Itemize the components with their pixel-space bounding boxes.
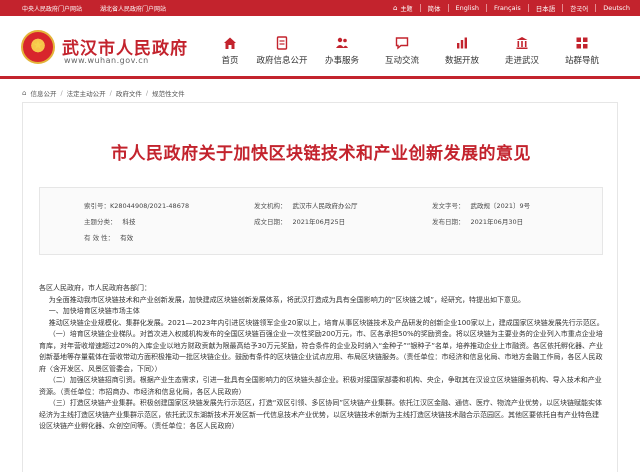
divider [562, 4, 564, 12]
meta-issuer: 发文机构： 武汉市人民政府办公厅 [254, 200, 358, 210]
breadcrumb-separator: / [109, 89, 112, 97]
top-bar: 中央人民政府门户网站 湖北省人民政府门户网站 ⌂ 主题 简体 English F… [0, 0, 640, 16]
breadcrumb-separator: / [145, 89, 149, 97]
chart-icon [432, 36, 492, 52]
meta-key: 有 效 性： [84, 234, 115, 242]
nav-services[interactable]: 办事服务 [312, 36, 372, 66]
landmark-icon [492, 36, 552, 52]
meta-key: 主题分类： [84, 218, 117, 226]
divider [595, 4, 597, 12]
meta-key: 索引号： [84, 202, 110, 210]
location-icon: ⌂ [22, 89, 27, 97]
lang-japanese[interactable]: 日本語 [536, 3, 556, 13]
divider [419, 4, 421, 12]
divider [447, 4, 449, 12]
meta-value: 2021年06月30日 [470, 218, 524, 226]
meta-published: 发布日期： 2021年06月30日 [432, 216, 523, 226]
lang-french[interactable]: Français [494, 4, 521, 12]
home-link[interactable]: ⌂ 主题 [393, 4, 412, 13]
home-link-label: 主题 [400, 5, 413, 13]
meta-value: 科技 [122, 218, 136, 226]
article-body: 各区人民政府，市人民政府各部门： 为全面推动我市区块链技术和产业创新发展，加快建… [39, 283, 605, 433]
paragraph: （一）培育区块链企业梯队。对首次进入权威机构发布的全国区块链百强企业一次性奖励2… [39, 330, 603, 373]
lang-korean[interactable]: 한국어 [570, 3, 588, 13]
nav-site-group[interactable]: 站群导航 [552, 36, 612, 66]
nav-label: 首页 [221, 56, 239, 66]
meta-docno: 发文字号： 武政规〔2021〕9号 [432, 200, 530, 210]
meta-key: 发文字号： [432, 202, 465, 210]
site-header: 武汉市人民政府 www.wuhan.gov.cn 首页 政府信息公开 办事服务 … [0, 16, 640, 76]
nav-interaction[interactable]: 互动交流 [372, 36, 432, 66]
lang-english[interactable]: English [456, 4, 479, 12]
salutation: 各区人民政府，市人民政府各部门： [39, 284, 151, 292]
meta-value: 2021年06月25日 [292, 218, 346, 226]
main-nav: 首页 政府信息公开 办事服务 互动交流 数据开放 走进武汉 站群导航 [208, 36, 612, 66]
meta-category: 主题分类： 科技 [84, 216, 136, 226]
meta-row: 有 效 性： 有效 [40, 228, 602, 243]
meta-validity: 有 效 性： 有效 [84, 232, 133, 242]
grid-icon [552, 36, 612, 52]
meta-value: 武汉市人民政府办公厅 [292, 202, 358, 210]
meta-key: 发文机构： [254, 202, 287, 210]
paragraph: 推动区块链企业规模化、集群化发展。2021—2023年内引进区块链领军企业20家… [48, 318, 604, 327]
section-heading: 一、加快培育区块链市场主体 [48, 307, 140, 315]
nav-label: 办事服务 [324, 56, 359, 66]
nav-open-data[interactable]: 数据开放 [432, 36, 492, 66]
home-icon: ⌂ [393, 4, 398, 12]
nav-label: 走进武汉 [504, 56, 539, 66]
article-title: 市人民政府关于加快区块链技术和产业创新发展的意见 [111, 144, 531, 164]
meta-value: 有效 [120, 234, 134, 242]
nav-home[interactable]: 首页 [208, 36, 252, 66]
top-links: 中央人民政府门户网站 湖北省人民政府门户网站 [22, 4, 166, 13]
nav-label: 站群导航 [564, 56, 599, 66]
meta-created: 成文日期： 2021年06月25日 [254, 216, 345, 226]
breadcrumb-statutory[interactable]: 法定主动公开 [67, 88, 106, 98]
breadcrumb-normative-docs[interactable]: 规范性文件 [152, 88, 185, 98]
language-bar: ⌂ 主题 简体 English Français 日本語 한국어 Deutsch [393, 3, 630, 13]
divider [485, 4, 487, 12]
divider [527, 4, 529, 12]
national-emblem-icon[interactable] [21, 30, 55, 64]
meta-row: 索引号：K28044908/2021-48678 发文机构： 武汉市人民政府办公厅… [40, 196, 602, 211]
meta-index: 索引号：K28044908/2021-48678 [84, 200, 189, 210]
breadcrumb-info-public[interactable]: 信息公开 [30, 88, 56, 98]
lang-german[interactable]: Deutsch [603, 4, 630, 12]
meta-value: 武政规〔2021〕9号 [470, 202, 531, 210]
meta-value: K28044908/2021-48678 [110, 202, 190, 210]
breadcrumb-gov-docs[interactable]: 政府文件 [116, 88, 142, 98]
paragraph: 为全面推动我市区块链技术和产业创新发展，加快建成区块链创新发展体系，将武汉打造成… [48, 295, 526, 304]
people-icon [312, 36, 372, 52]
article-panel: 市人民政府关于加快区块链技术和产业创新发展的意见 索引号：K28044908/2… [22, 102, 618, 472]
chat-icon [372, 36, 432, 52]
home-icon [208, 36, 252, 52]
link-central-gov[interactable]: 中央人民政府门户网站 [22, 4, 82, 13]
meta-row: 主题分类： 科技 成文日期： 2021年06月25日 发布日期： 2021年06月30… [40, 212, 602, 227]
paragraph: （二）加强区块链招商引资。根据产业生态需求，引进一批具有全国影响力的区块链头部企… [39, 376, 602, 396]
site-url: www.wuhan.gov.cn [64, 56, 149, 65]
document-metadata: 索引号：K28044908/2021-48678 发文机构： 武汉市人民政府办公厅… [39, 187, 603, 255]
nav-about-wuhan[interactable]: 走进武汉 [492, 36, 552, 66]
meta-key: 发布日期： [432, 218, 465, 226]
link-hubei-gov[interactable]: 湖北省人民政府门户网站 [100, 4, 166, 13]
header-divider [0, 76, 640, 79]
breadcrumb-separator: / [60, 89, 63, 97]
paragraph: （三）打造区块链产业集群。积极创建国家区块链发展先行示范区，打造“双区引领、多区… [39, 399, 603, 430]
nav-label: 政府信息公开 [256, 56, 308, 66]
document-icon [252, 36, 312, 52]
meta-key: 成文日期： [254, 218, 287, 226]
nav-label: 数据开放 [444, 56, 479, 66]
nav-gov-info[interactable]: 政府信息公开 [252, 36, 312, 66]
nav-label: 互动交流 [384, 56, 419, 66]
breadcrumb: ⌂ 信息公开 / 法定主动公开 / 政府文件 / 规范性文件 [22, 88, 185, 98]
lang-simplified[interactable]: 简体 [428, 3, 441, 13]
